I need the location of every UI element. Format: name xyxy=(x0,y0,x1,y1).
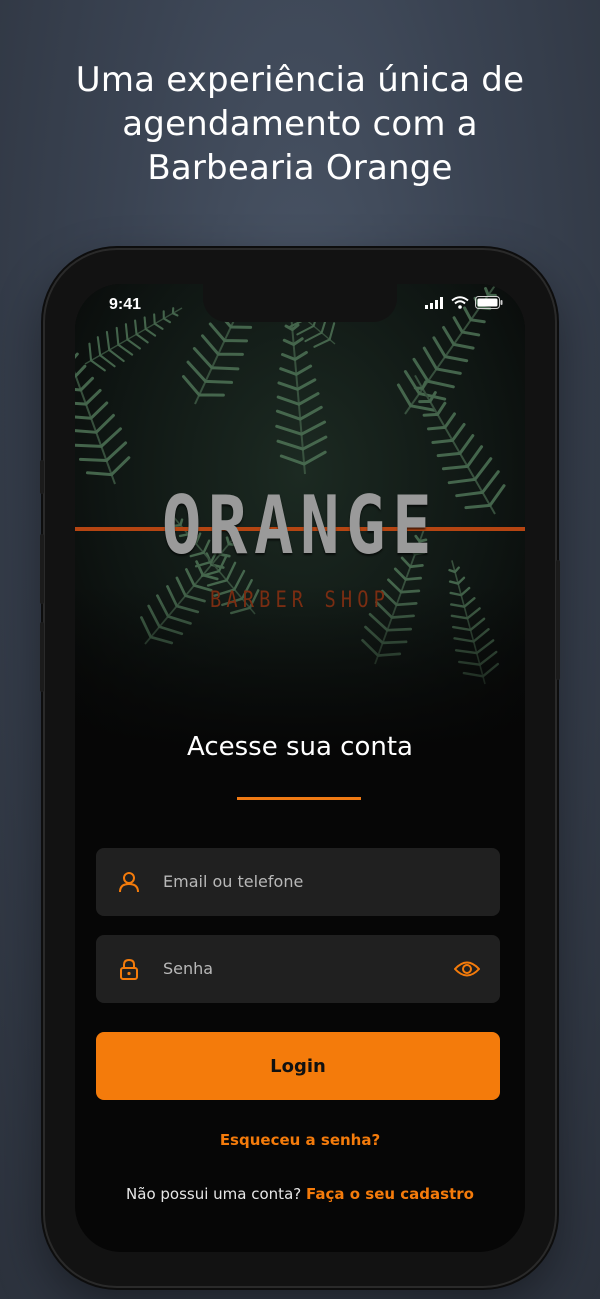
password-field[interactable]: Senha xyxy=(96,935,500,1003)
login-button[interactable]: Login xyxy=(96,1032,500,1100)
battery-icon xyxy=(475,296,503,309)
lock-icon xyxy=(120,958,138,980)
phone-mockup: ORANGE BARBER SHOP 9:41 Acesse sua conta… xyxy=(40,250,560,1286)
phone-volume-up xyxy=(40,534,44,604)
phone-volume-down xyxy=(40,622,44,692)
eye-icon[interactable] xyxy=(454,959,480,979)
password-field-placeholder: Senha xyxy=(163,959,214,978)
user-icon xyxy=(119,872,139,893)
title-underline xyxy=(237,797,361,800)
promo-headline: Uma experiência única de agendamento com… xyxy=(0,58,600,190)
signup-prompt-text: Não possui uma conta? xyxy=(126,1185,302,1203)
email-field-placeholder: Email ou telefone xyxy=(163,872,304,891)
brand-logo-text: ORANGE xyxy=(161,479,439,572)
cellular-signal-icon xyxy=(425,296,443,309)
headline-line-3: Barbearia Orange xyxy=(147,148,453,188)
forgot-password-link[interactable]: Esqueceu a senha? xyxy=(75,1131,525,1149)
phone-power-button xyxy=(556,560,560,680)
login-title: Acesse sua conta xyxy=(186,732,413,762)
phone-silent-switch xyxy=(40,460,44,494)
headline-line-2: agendamento com a xyxy=(122,104,478,144)
status-icons xyxy=(425,296,503,309)
wifi-icon xyxy=(451,296,469,309)
phone-screen: ORANGE BARBER SHOP 9:41 Acesse sua conta… xyxy=(75,284,525,1252)
signup-link[interactable]: Faça o seu cadastro xyxy=(306,1185,474,1203)
brand-subtitle: BARBER SHOP xyxy=(210,588,390,613)
status-time: 9:41 xyxy=(109,296,142,313)
email-field[interactable]: Email ou telefone xyxy=(96,848,500,916)
hero-image: ORANGE BARBER SHOP xyxy=(75,284,525,754)
signup-prompt: Não possui uma conta? Faça o seu cadastr… xyxy=(75,1185,525,1203)
status-bar: 9:41 xyxy=(75,284,525,324)
headline-line-1: Uma experiência única de xyxy=(75,60,525,100)
